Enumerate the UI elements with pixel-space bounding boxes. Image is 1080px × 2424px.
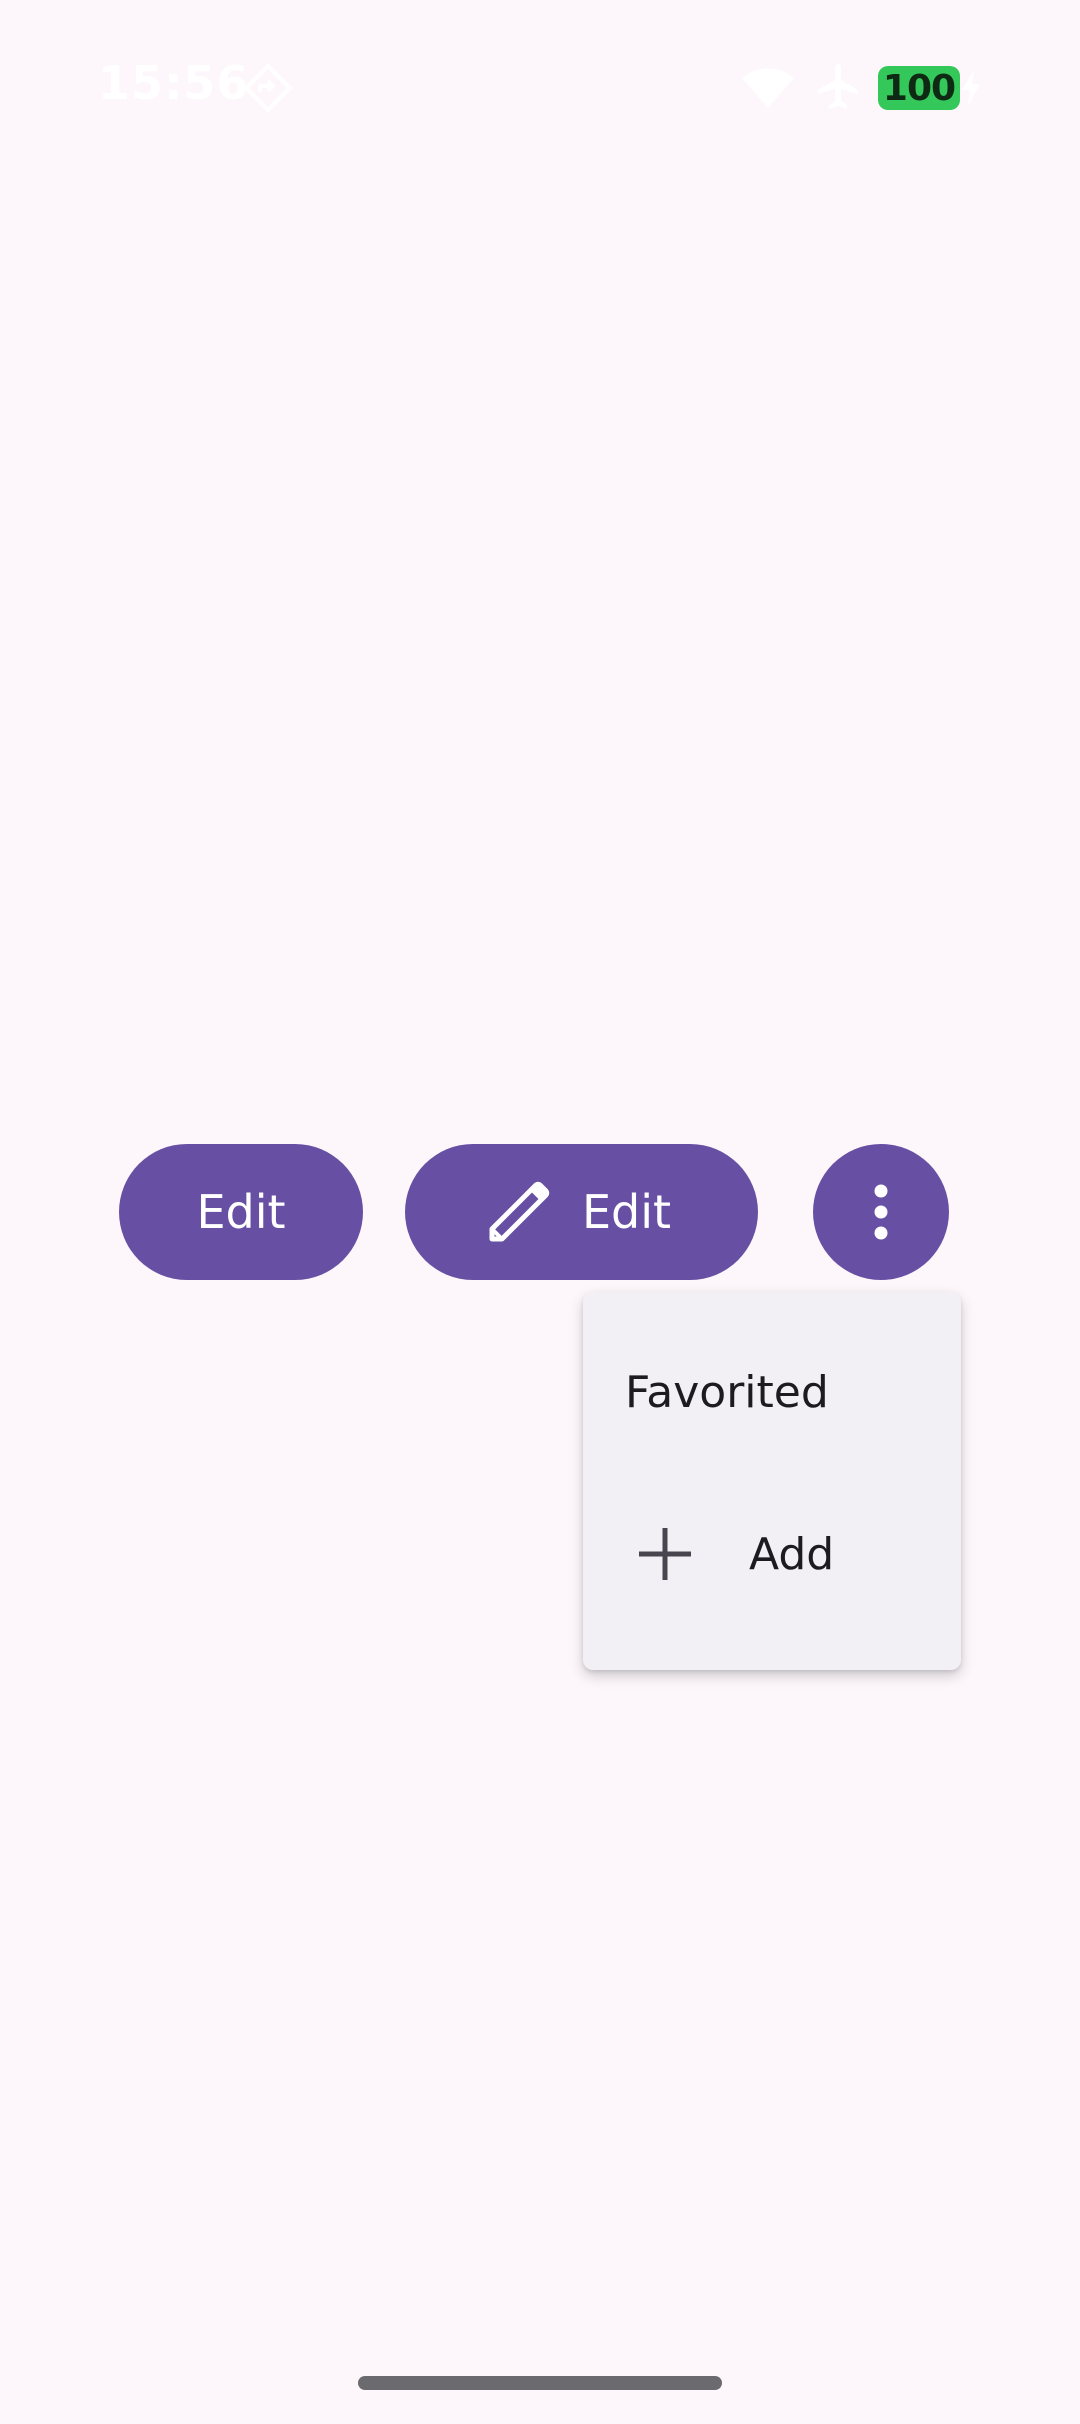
dropdown-menu: Favorited Add bbox=[583, 1292, 961, 1670]
status-bar: 15:56 100 bbox=[0, 0, 1080, 130]
charging-bolt-icon bbox=[962, 70, 980, 106]
battery-level: 100 bbox=[882, 67, 956, 109]
menu-item-add[interactable]: Add bbox=[583, 1504, 961, 1604]
more-options-button[interactable] bbox=[813, 1144, 949, 1280]
menu-item-label: Favorited bbox=[625, 1366, 829, 1418]
edit-with-icon-button[interactable]: Edit bbox=[405, 1144, 758, 1280]
status-time: 15:56 bbox=[98, 56, 250, 110]
home-indicator[interactable] bbox=[358, 2376, 722, 2390]
location-icon bbox=[243, 63, 293, 113]
plus-icon bbox=[639, 1528, 691, 1580]
battery-icon: 100 bbox=[878, 66, 960, 110]
menu-item-label: Add bbox=[749, 1528, 835, 1580]
edit-button[interactable]: Edit bbox=[119, 1144, 363, 1280]
more-vertical-icon bbox=[874, 1184, 888, 1240]
menu-item-favorited[interactable]: Favorited bbox=[583, 1342, 961, 1442]
edit-button-label: Edit bbox=[196, 1185, 286, 1239]
airplane-icon bbox=[818, 64, 858, 109]
edit-with-icon-button-label: Edit bbox=[581, 1185, 672, 1239]
pencil-icon bbox=[489, 1181, 550, 1242]
wifi-icon bbox=[742, 68, 794, 108]
